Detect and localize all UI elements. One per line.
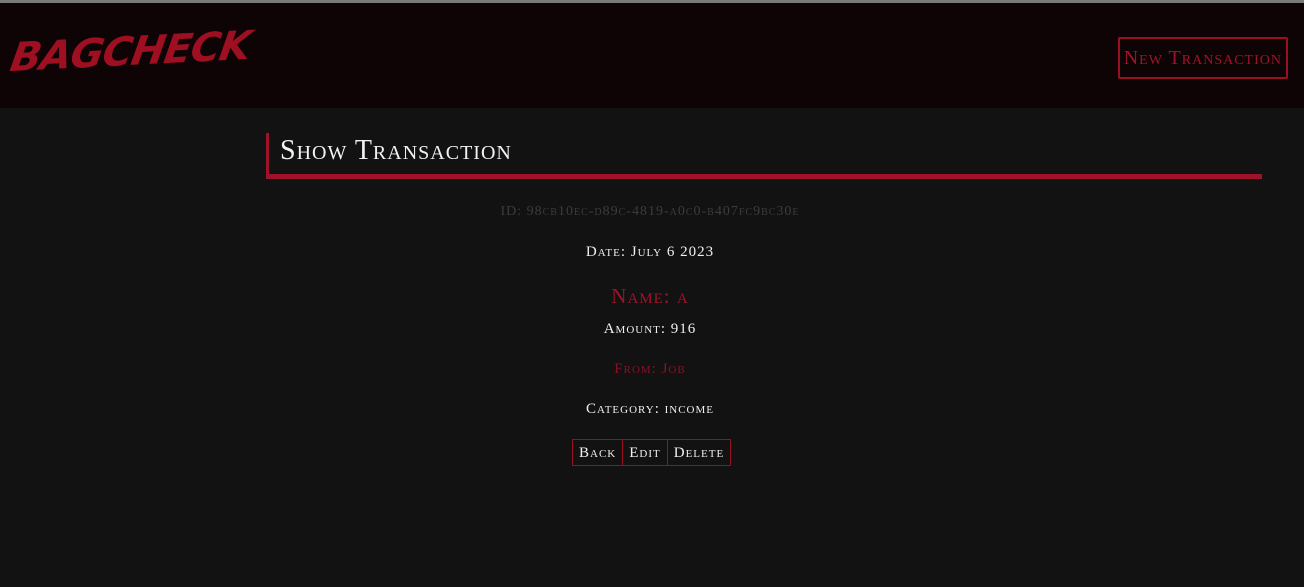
new-transaction-button[interactable]: New Transaction — [1117, 37, 1288, 79]
transaction-id: ID: 98cb10ec-d89c-4819-a0c0-b407fc9bc30e — [500, 204, 800, 219]
delete-button[interactable]: Delete — [666, 439, 732, 466]
navbar: BAGCHECK New Transaction — [0, 3, 1304, 108]
logo[interactable]: BAGCHECK — [7, 23, 253, 81]
transaction-amount: Amount: 916 — [603, 321, 697, 337]
transaction-category: Category: income — [585, 401, 715, 417]
back-button[interactable]: Back — [572, 439, 624, 466]
transaction-date: Date: July 6 2023 — [585, 244, 715, 260]
page-title-container: Show Transaction — [266, 133, 1262, 179]
action-buttons: Back Edit Delete — [572, 439, 732, 466]
edit-button[interactable]: Edit — [622, 439, 668, 466]
transaction-name: Name: a — [611, 284, 689, 308]
page-title: Show Transaction — [280, 135, 512, 166]
transaction-from: From: Job — [614, 361, 686, 377]
